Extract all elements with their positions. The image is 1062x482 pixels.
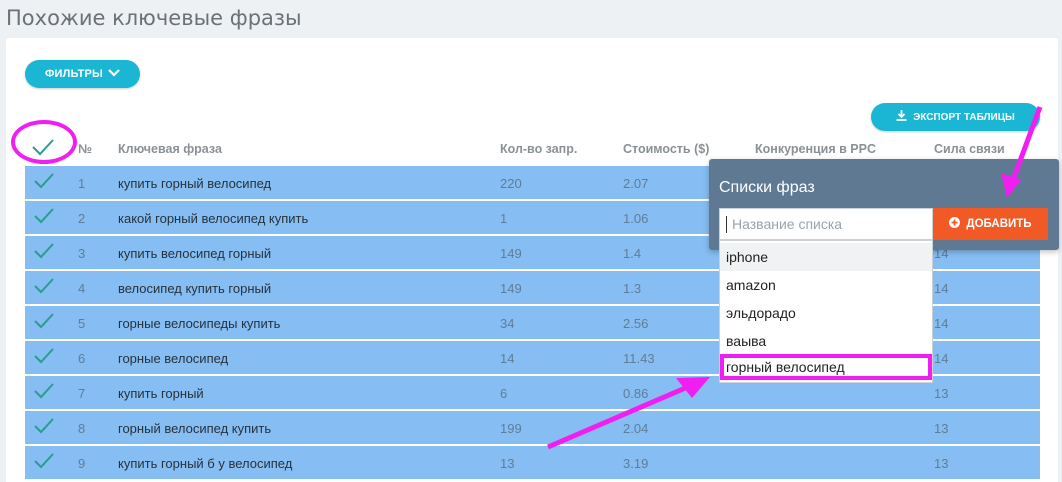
row-cost: 1.3 (623, 281, 642, 296)
row-phrase: горный велосипед купить (118, 421, 272, 436)
row-cost: 2.07 (623, 176, 649, 191)
list-option-iphone[interactable]: iphone (720, 243, 932, 271)
row-number: 7 (78, 386, 86, 401)
check-icon (34, 453, 54, 469)
row-number: 2 (78, 211, 86, 226)
phrase-lists-popup: Списки фраз Название списка ДОБАВИТЬ (709, 159, 1059, 250)
text-caret (726, 216, 727, 233)
table-row[interactable]: 8 горный велосипед купить 199 2.04 13 (25, 411, 1040, 445)
row-cost: 0.86 (623, 386, 649, 401)
check-icon (34, 383, 54, 399)
add-list-button[interactable]: ДОБАВИТЬ (933, 208, 1048, 240)
page-title: Похожие ключевые фразы (6, 6, 302, 30)
check-icon (34, 243, 54, 259)
list-option-amazon[interactable]: amazon (720, 271, 932, 299)
row-checkbox[interactable] (33, 207, 55, 228)
row-phrase: горные велосипеды купить (118, 316, 281, 331)
row-cost: 2.04 (623, 421, 649, 436)
row-checkbox[interactable] (33, 452, 55, 473)
filters-button[interactable]: ФИЛЬТРЫ (25, 60, 140, 88)
add-label: ДОБАВИТЬ (966, 218, 1032, 230)
row-checkbox[interactable] (33, 172, 55, 193)
row-queries: 13 (500, 456, 515, 471)
row-checkbox[interactable] (33, 382, 55, 403)
row-checkbox[interactable] (33, 417, 55, 438)
check-icon (34, 173, 54, 189)
row-number: 8 (78, 421, 86, 436)
table-row[interactable]: 9 купить горный б у велосипед 13 3.19 13 (25, 446, 1040, 480)
row-number: 1 (78, 176, 86, 191)
row-queries: 6 (500, 386, 508, 401)
filters-label: ФИЛЬТРЫ (44, 68, 104, 80)
row-number: 5 (78, 316, 86, 331)
row-strength: 13 (934, 421, 949, 436)
row-strength: 14 (934, 281, 949, 296)
row-queries: 1 (500, 211, 508, 226)
row-checkbox[interactable] (33, 347, 55, 368)
list-name-placeholder: Название списка (732, 216, 843, 232)
list-option-gorny-velosiped[interactable]: горный велосипед (720, 354, 932, 380)
row-queries: 14 (500, 351, 515, 366)
col-num: № (78, 142, 92, 156)
list-option-eldorado[interactable]: эльдорадо (720, 299, 932, 327)
row-phrase: горные велосипед (118, 351, 229, 366)
row-phrase: купить горный б у велосипед (118, 456, 293, 471)
row-number: 9 (78, 456, 86, 471)
row-queries: 34 (500, 316, 515, 331)
check-icon (34, 348, 54, 364)
list-name-input[interactable]: Название списка (719, 208, 933, 240)
download-icon (896, 110, 907, 124)
col-queries[interactable]: Кол-во запр. (500, 142, 577, 156)
row-phrase: велосипед купить горный (118, 281, 272, 296)
row-strength: 14 (934, 351, 949, 366)
col-strength[interactable]: Сила связи (934, 142, 1005, 156)
row-cost: 3.19 (623, 456, 649, 471)
row-cost: 1.4 (623, 246, 642, 261)
lists-dropdown: iphone amazon эльдорадо ваыва горный вел… (719, 240, 933, 383)
col-cost[interactable]: Стоимость ($) (623, 142, 709, 156)
row-number: 6 (78, 351, 86, 366)
row-checkbox[interactable] (33, 277, 55, 298)
chevron-down-icon (108, 68, 120, 80)
check-icon (34, 278, 54, 294)
row-queries: 199 (500, 421, 522, 436)
row-cost: 11.43 (623, 351, 655, 366)
row-cost: 2.56 (623, 316, 649, 331)
select-all-annotation-circle (11, 120, 77, 164)
row-phrase: купить горный (118, 386, 204, 401)
check-icon (34, 313, 54, 329)
row-phrase: купить горный велосипед (118, 176, 272, 191)
row-queries: 220 (500, 176, 522, 191)
row-queries: 149 (500, 281, 522, 296)
row-strength: 14 (934, 316, 949, 331)
row-strength: 13 (934, 456, 949, 471)
row-cost: 1.06 (623, 211, 649, 226)
check-icon (34, 418, 54, 434)
export-table-button[interactable]: ЭКСПОРТ ТАБЛИЦЫ (871, 103, 1040, 131)
row-checkbox[interactable] (33, 242, 55, 263)
row-queries: 149 (500, 246, 522, 261)
row-phrase: купить велосипед горный (118, 246, 272, 261)
popup-title: Списки фраз (719, 179, 815, 196)
row-phrase: какой горный велосипед купить (118, 211, 309, 226)
row-strength: 13 (934, 386, 949, 401)
col-phrase[interactable]: Ключевая фраза (118, 142, 222, 156)
list-option-vayva[interactable]: ваыва (720, 327, 932, 355)
plus-circle-icon (949, 217, 961, 231)
row-number: 4 (78, 281, 86, 296)
row-checkbox[interactable] (33, 312, 55, 333)
check-icon (34, 208, 54, 224)
export-label: ЭКСПОРТ ТАБЛИЦЫ (913, 111, 1015, 123)
col-ppc[interactable]: Конкуренция в PPC (755, 142, 876, 156)
row-number: 3 (78, 246, 86, 261)
